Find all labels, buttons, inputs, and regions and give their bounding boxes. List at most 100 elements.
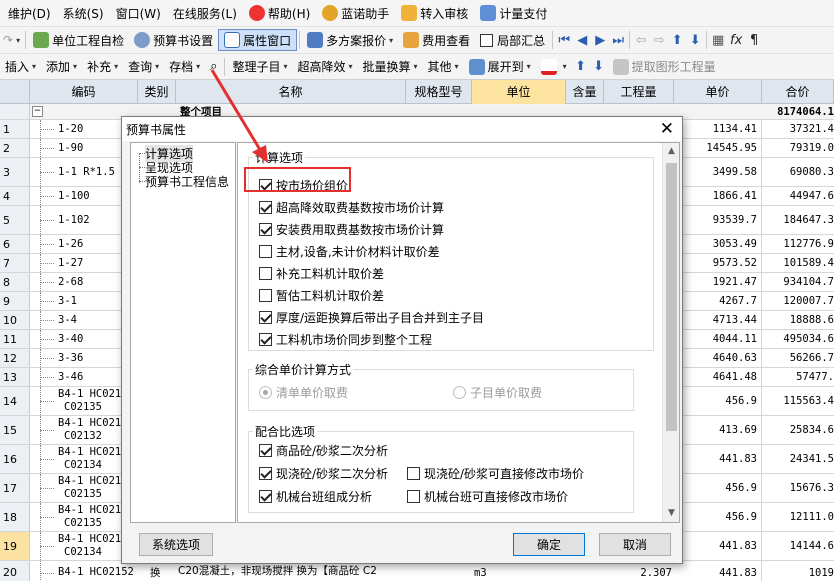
- add-button[interactable]: 添加 ▾: [41, 56, 82, 78]
- option-checkbox[interactable]: [407, 490, 420, 503]
- up-icon[interactable]: ⬆: [668, 33, 686, 48]
- scroll-down-icon[interactable]: ▼: [663, 505, 680, 522]
- option-radio[interactable]: [453, 386, 466, 399]
- audit-icon: [401, 5, 418, 21]
- first-icon[interactable]: ⏮: [555, 33, 573, 48]
- option-cast-concrete[interactable]: 现浇砼/砂浆二次分析: [259, 465, 388, 482]
- self-check-button[interactable]: 单位工程自检: [28, 29, 129, 51]
- other-button[interactable]: 其他 ▾: [423, 56, 464, 78]
- tree-item-project-info[interactable]: 预算书工程信息: [145, 173, 229, 190]
- menu-transfer-audit[interactable]: 转入审核: [393, 5, 472, 22]
- option-checkbox[interactable]: [407, 467, 420, 480]
- left-icon[interactable]: ⇦: [632, 33, 650, 48]
- tree-connector: [40, 320, 54, 321]
- scroll-up-icon[interactable]: ▲: [663, 143, 680, 160]
- option-checkbox[interactable]: [259, 311, 272, 324]
- partial-summary-checkbox[interactable]: [480, 33, 494, 47]
- row-total: 15676.3: [789, 482, 834, 494]
- ok-button[interactable]: 确定: [513, 533, 585, 556]
- menu-maintain[interactable]: 维护(D): [0, 5, 55, 22]
- query-label: 查询: [128, 60, 153, 74]
- insert-button[interactable]: 插入 ▾: [0, 56, 41, 78]
- right-icon[interactable]: ⇨: [650, 33, 668, 48]
- option-machine-edit[interactable]: 机械台班可直接修改市场价: [407, 488, 568, 505]
- next-icon[interactable]: ▶: [591, 33, 609, 48]
- menu-assistant[interactable]: 蓝诺助手: [314, 5, 393, 22]
- move-up-icon[interactable]: ⬆: [572, 59, 590, 74]
- fee-view-button[interactable]: 费用查看: [398, 29, 475, 51]
- mix-options-group: 配合比选项 商品砼/砂浆二次分析 现浇砼/砂浆二次分析 现浇砼/砂浆可直接修改市…: [248, 423, 634, 513]
- option-supplement-diff[interactable]: 补充工料机计取价差: [259, 265, 384, 282]
- organize-items-button[interactable]: 整理子目 ▾: [227, 56, 292, 78]
- option-high-rise-base[interactable]: 超高降效取费基数按市场价计算: [259, 199, 444, 216]
- option-cast-concrete-edit[interactable]: 现浇砼/砂浆可直接修改市场价: [407, 465, 584, 482]
- formula-icon[interactable]: fx: [727, 33, 745, 48]
- option-radio[interactable]: [259, 386, 272, 399]
- close-icon[interactable]: ✕: [660, 119, 674, 139]
- option-checkbox[interactable]: [259, 245, 272, 258]
- option-checkbox[interactable]: [259, 267, 272, 280]
- option-sync-market-price[interactable]: 工料机市场价同步到整个工程: [259, 331, 432, 348]
- option-label: 主材,设备,未计价材料计取价差: [276, 245, 440, 259]
- query-button[interactable]: 查询 ▾: [123, 56, 164, 78]
- menu-online-service[interactable]: 在线服务(L): [165, 5, 241, 22]
- menu-help[interactable]: 帮助(H): [241, 5, 314, 22]
- row-unit-price: 9573.52: [674, 254, 762, 272]
- window-icon: [224, 32, 241, 48]
- paragraph-icon[interactable]: ¶: [745, 33, 763, 48]
- option-list-price[interactable]: 清单单价取费: [259, 384, 348, 401]
- option-checkbox[interactable]: [259, 467, 272, 480]
- option-install-fee-base[interactable]: 安装费用取费基数按市场价计算: [259, 221, 444, 238]
- option-checkbox[interactable]: [259, 223, 272, 236]
- option-checkbox[interactable]: [259, 289, 272, 302]
- system-options-button[interactable]: 系统选项: [139, 533, 213, 556]
- budget-properties-dialog: 预算书属性 ✕ 计算选项 呈现选项 预算书工程信息 计算选项 按市场价组价 超高…: [121, 116, 683, 564]
- menu-window[interactable]: 窗口(W): [108, 5, 165, 22]
- option-checkbox[interactable]: [259, 444, 272, 457]
- down-icon[interactable]: ⬇: [686, 33, 704, 48]
- option-commercial-concrete[interactable]: 商品砼/砂浆二次分析: [259, 442, 388, 459]
- scroll-thumb[interactable]: [666, 163, 677, 431]
- batch-convert-button[interactable]: 批量换算 ▾: [358, 56, 423, 78]
- options-scrollbar[interactable]: ▲ ▼: [662, 143, 679, 522]
- options-panel: 计算选项 按市场价组价 超高降效取费基数按市场价计算 安装费用取费基数按市场价计…: [237, 142, 680, 523]
- collapse-icon[interactable]: −: [32, 106, 43, 117]
- option-label: 超高降效取费基数按市场价计算: [276, 201, 445, 215]
- expand-to-button[interactable]: 展开到 ▾: [464, 56, 536, 78]
- binoculars-icon[interactable]: ⌕: [205, 56, 222, 78]
- row-unit: m3: [474, 566, 487, 579]
- cancel-button[interactable]: 取消: [599, 533, 671, 556]
- option-estimate-diff[interactable]: 暂估工料机计取价差: [259, 287, 384, 304]
- prev-icon[interactable]: ◀: [573, 33, 591, 48]
- header-total: 合价: [762, 80, 834, 104]
- last-icon[interactable]: ⏭: [609, 33, 627, 48]
- option-label: 暂估工料机计取价差: [276, 289, 385, 303]
- option-material-diff[interactable]: 主材,设备,未计价材料计取价差: [259, 243, 440, 260]
- calculator-icon[interactable]: ▦: [709, 33, 727, 48]
- option-thickness-merge[interactable]: 厚度/运距换算后带出子目合并到主子目: [259, 309, 484, 326]
- menu-system[interactable]: 系统(S): [55, 5, 108, 22]
- archive-button[interactable]: 存档 ▾: [164, 56, 205, 78]
- option-machine-analysis[interactable]: 机械台班组成分析: [259, 488, 372, 505]
- redo-button[interactable]: ↷ ▾: [0, 29, 23, 51]
- option-checkbox[interactable]: [259, 333, 272, 346]
- partial-summary-toggle[interactable]: 局部汇总: [475, 29, 550, 51]
- multi-plan-quote-button[interactable]: 多方案报价 ▾: [302, 29, 398, 51]
- move-down-icon[interactable]: ⬇: [590, 59, 608, 74]
- row-number: 8: [0, 273, 30, 291]
- supplement-button[interactable]: 补充 ▾: [82, 56, 123, 78]
- option-checkbox[interactable]: [259, 490, 272, 503]
- extract-quantity-button[interactable]: 提取图形工程量: [608, 56, 721, 78]
- option-item-price[interactable]: 子目单价取费: [453, 384, 542, 401]
- fill-color-button[interactable]: ▾: [536, 56, 572, 78]
- row-number: 20: [0, 561, 30, 581]
- budget-settings-button[interactable]: 预算书设置: [129, 29, 218, 51]
- property-window-button[interactable]: 属性窗口: [218, 29, 298, 51]
- menu-payment[interactable]: 计量支付: [472, 5, 551, 22]
- row-total: 57477.: [796, 371, 834, 383]
- high-rise-button[interactable]: 超高降效 ▾: [292, 56, 357, 78]
- option-checkbox[interactable]: [259, 201, 272, 214]
- header-code: 编码: [30, 80, 138, 104]
- table-row[interactable]: 20 B4-1 HC02152 换 C20混凝土，非现场搅拌 换为【商品砼 C2 m3 2…: [0, 561, 834, 581]
- toolbar-separator: [25, 31, 27, 49]
